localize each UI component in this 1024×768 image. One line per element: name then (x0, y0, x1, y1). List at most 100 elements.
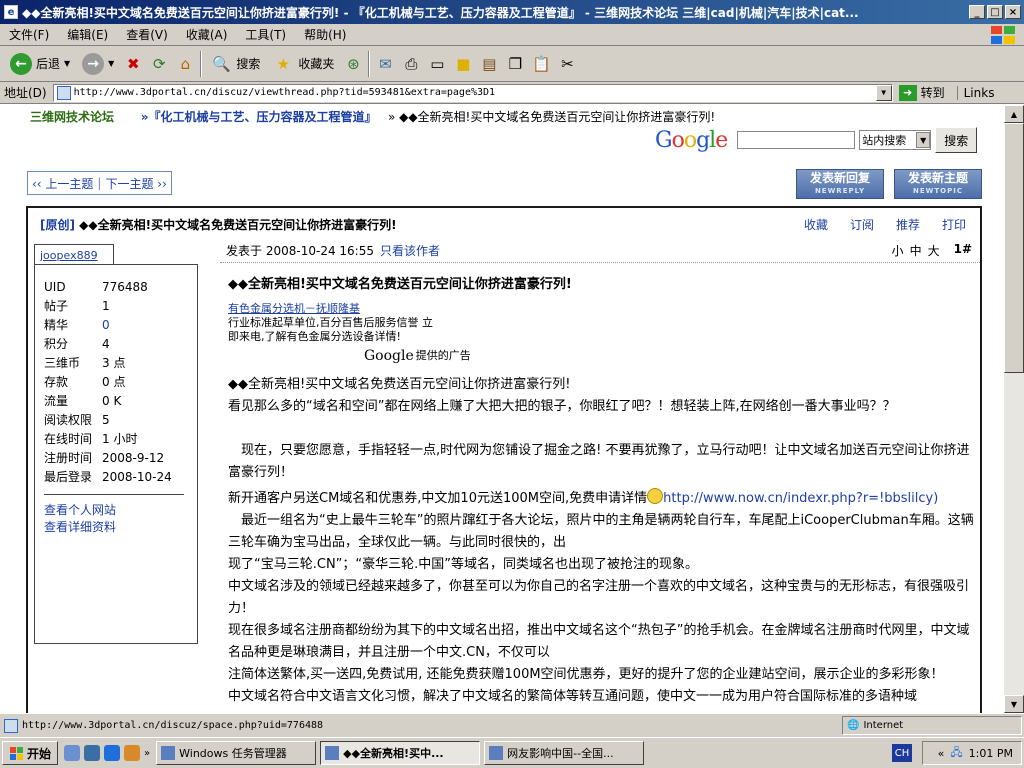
search-button[interactable]: 🔍 搜索 (206, 49, 264, 79)
cut-icon[interactable]: ✂ (556, 53, 578, 75)
scroll-thumb[interactable] (1004, 123, 1024, 373)
task-task-manager[interactable]: Windows 任务管理器 (156, 741, 317, 765)
post-paragraph: 中文域名涉及的领域已经越来越多了，你甚至可以为你自己的名字注册一个喜欢的中文域名… (228, 579, 970, 616)
ie-icon[interactable] (84, 745, 101, 761)
menu-view[interactable]: 查看(V) (117, 26, 177, 43)
breadcrumb-home[interactable]: 三维网技术论坛 (30, 110, 114, 124)
profile-key: 在线时间 (44, 432, 93, 446)
smiley-icon (647, 488, 664, 504)
profile-value: 5 (102, 412, 110, 427)
post-tag[interactable]: [原创] (40, 218, 75, 232)
profile-row: 在线时间 1 小时 (44, 429, 197, 448)
post-paragraph: 最近一组名为“史上最牛三轮车”的照片蹿红于各大论坛，照片中的主角是辆两轮自行车，… (228, 513, 974, 550)
go-arrow-icon: ➜ (898, 84, 917, 101)
next-thread-link[interactable]: 下一主题 ›› (105, 175, 166, 192)
profile-row: 最后登录 2008-10-24 (44, 467, 197, 486)
links-button[interactable]: Links (956, 85, 994, 100)
scroll-up-icon[interactable]: ▲ (1004, 105, 1024, 123)
vertical-scrollbar[interactable]: ▲ ▼ (1004, 105, 1024, 713)
only-author-link[interactable]: 只看该作者 (380, 242, 440, 259)
new-topic-label: 发表新主题 (907, 171, 968, 185)
author-name[interactable]: joopex889 (34, 244, 114, 264)
view-profile-link[interactable]: 查看详细资料 (44, 518, 197, 535)
google-search-button[interactable]: 搜索 (935, 127, 978, 153)
new-reply-button[interactable]: 发表新回复 NEWREPLY (796, 169, 884, 199)
ie-icon: e (4, 5, 18, 19)
go-button[interactable]: ➜ 转到 (898, 84, 945, 101)
pager-divider: | (97, 176, 102, 190)
favorite-link[interactable]: 收藏 (804, 216, 828, 233)
menu-tools[interactable]: 工具(T) (236, 26, 295, 43)
profile-value: 1 (102, 298, 110, 313)
history-icon[interactable]: ⊛ (342, 53, 364, 75)
print-icon[interactable]: ⎙ (400, 53, 422, 75)
zone-label: Internet (863, 720, 904, 731)
profile-key: 流量 (44, 394, 69, 408)
note-icon[interactable]: ■ (452, 53, 474, 75)
profile-value: 3 点 (102, 356, 126, 370)
window-title-bar[interactable]: e ◆◆全新亮相!买中文域名免费送百元空间让你挤进富豪行列! - 『化工机械与工… (0, 0, 1024, 24)
post-subject: [原创] ◆◆全新亮相!买中文域名免费送百元空间让你挤进富豪行列! (40, 216, 397, 233)
font-medium-link[interactable]: 中 (910, 242, 922, 259)
browser-icon[interactable] (104, 745, 121, 761)
minimize-button[interactable]: _ (969, 5, 985, 19)
taskbar: 开始 » Windows 任务管理器 ◆◆全新亮相!买中... 网友影响中国--… (0, 737, 1024, 768)
paste-icon[interactable]: 📋 (530, 53, 552, 75)
new-topic-button[interactable]: 发表新主题 NEWTOPIC (894, 169, 982, 199)
floor-number: 1# (953, 242, 972, 256)
view-website-link[interactable]: 查看个人网站 (44, 501, 197, 518)
print-link[interactable]: 打印 (942, 216, 966, 233)
profile-row: UID 776488 (44, 277, 197, 296)
stop-icon[interactable]: ✖ (122, 53, 144, 75)
address-dropdown-icon[interactable]: ▼ (875, 84, 892, 101)
quick-launch: » (64, 745, 150, 761)
menu-file[interactable]: 文件(F) (0, 26, 58, 43)
menu-edit[interactable]: 编辑(E) (58, 26, 117, 43)
author-profile: UID 776488 帖子 1 精华 0 积分 4 三维币 3 点 存款 0 点 流量 0 K… (34, 264, 198, 644)
address-input[interactable]: http://www.3dportal.cn/discuz/viewthread… (52, 83, 893, 102)
profile-value-link[interactable]: 0 (102, 318, 110, 332)
profile-row: 积分 4 (44, 334, 197, 353)
ad-link[interactable]: 有色金属分选机－抚顺隆基 (228, 302, 978, 316)
breadcrumb-forum[interactable]: »『化工机械与工艺、压力容器及工程管道』 (141, 110, 377, 124)
profile-row: 精华 0 (44, 315, 197, 334)
refresh-icon[interactable]: ⟳ (148, 53, 170, 75)
home-icon[interactable]: ⌂ (174, 53, 196, 75)
address-bar: 地址(D) http://www.3dportal.cn/discuz/view… (0, 82, 1024, 104)
research-icon[interactable]: ▤ (478, 53, 500, 75)
google-search-input[interactable] (737, 131, 856, 149)
profile-key: 存款 (44, 375, 69, 389)
back-button[interactable]: ← 后退 ▼ (6, 49, 74, 79)
task-ie-current[interactable]: ◆◆全新亮相!买中... (320, 741, 481, 765)
ad-attribution: Google 提供的广告 (364, 346, 978, 366)
network-icon[interactable]: 🖧 (950, 744, 962, 763)
tray-expand-icon[interactable]: « (938, 747, 945, 760)
menu-favorites[interactable]: 收藏(A) (177, 26, 237, 43)
copy-icon[interactable]: ❐ (504, 53, 526, 75)
font-large-link[interactable]: 大 (928, 242, 940, 259)
desktop-icon[interactable] (64, 745, 81, 761)
signup-url-link[interactable]: http://www.now.cn/indexr.php?r=!bbslilcy… (663, 491, 938, 506)
forward-button[interactable]: → ▼ (78, 49, 118, 79)
mail-icon[interactable]: ✉ (374, 53, 396, 75)
app-icon[interactable] (124, 745, 141, 761)
prev-thread-link[interactable]: ‹‹ 上一主题 (32, 175, 93, 192)
favorites-button[interactable]: ★ 收藏夹 (268, 49, 338, 79)
thread-pager: ‹‹ 上一主题 | 下一主题 ›› (27, 171, 172, 195)
chevron-right-icon[interactable]: » (144, 748, 150, 759)
edit-icon[interactable]: ▭ (426, 53, 448, 75)
ime-indicator[interactable]: CH (892, 744, 912, 762)
subscribe-link[interactable]: 订阅 (850, 216, 874, 233)
scroll-down-icon[interactable]: ▼ (1004, 695, 1024, 713)
profile-key: 最后登录 (44, 470, 93, 484)
task-ie-other[interactable]: 网友影响中国--全国... (484, 741, 645, 765)
menu-help[interactable]: 帮助(H) (295, 26, 355, 43)
recommend-link[interactable]: 推荐 (896, 216, 920, 233)
font-small-link[interactable]: 小 (892, 242, 904, 259)
profile-key: 积分 (44, 337, 69, 351)
maximize-button[interactable]: □ (987, 5, 1003, 19)
close-button[interactable]: × (1005, 5, 1021, 19)
google-search-scope-select[interactable]: 站内搜索 ▼ (859, 130, 932, 150)
start-button[interactable]: 开始 (2, 741, 59, 765)
posted-label: 发表于 (226, 244, 263, 258)
